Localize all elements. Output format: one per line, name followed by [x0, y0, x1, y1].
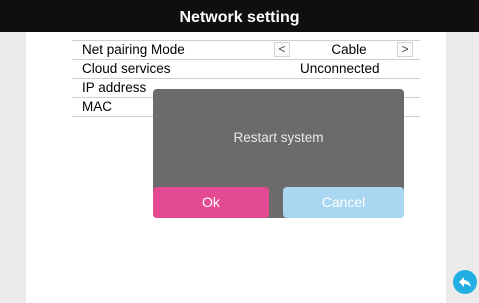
back-button[interactable]: [453, 270, 477, 294]
setting-label: Net pairing Mode: [82, 42, 185, 57]
title-bar: Network setting: [0, 0, 479, 32]
setting-label: Cloud services: [82, 61, 171, 76]
setting-label: MAC: [82, 99, 112, 114]
page-title: Network setting: [179, 9, 300, 26]
dialog-message: Restart system: [233, 130, 324, 145]
ok-button[interactable]: Ok: [153, 187, 269, 218]
mode-prev-button[interactable]: <: [274, 42, 290, 57]
cancel-button[interactable]: Cancel: [283, 187, 404, 218]
mode-value: Cable: [331, 42, 367, 57]
back-arrow-icon: [459, 277, 471, 288]
mode-next-button[interactable]: >: [397, 42, 413, 57]
setting-row-net-pairing-mode: Net pairing Mode < Cable >: [72, 41, 420, 60]
restart-dialog: Restart system Ok Cancel: [153, 89, 404, 218]
setting-row-cloud-services: Cloud services Unconnected: [72, 60, 420, 79]
cloud-status-value: Unconnected: [300, 61, 380, 76]
setting-label: IP address: [82, 80, 147, 95]
